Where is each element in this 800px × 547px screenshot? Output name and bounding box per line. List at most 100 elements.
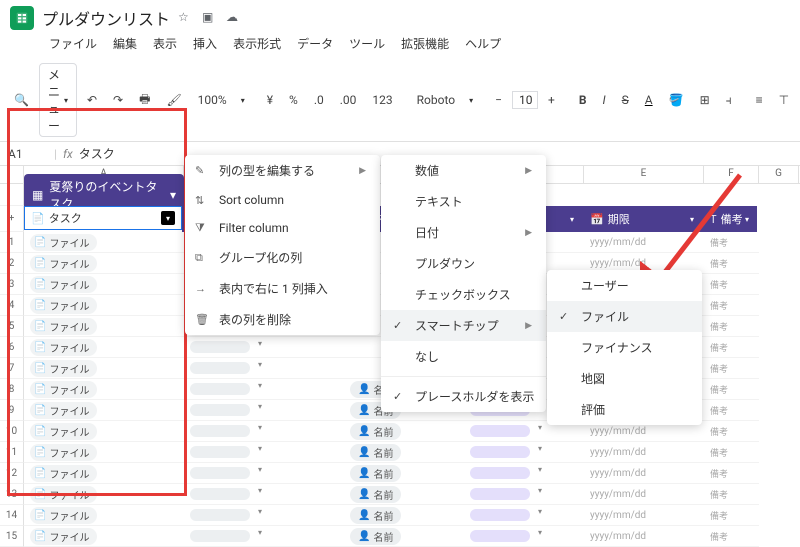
column-type-submenu[interactable]: 数値 ▶ テキスト 日付 ▶ プルダウン チェックボックス ✓ スマートチップ	[381, 155, 546, 412]
ctx-item[interactable]: 評価	[547, 394, 702, 425]
file-chip[interactable]: 📄ファイル	[30, 444, 97, 461]
menu-view[interactable]: 表示	[146, 32, 184, 55]
notes-placeholder[interactable]: 備考	[704, 337, 759, 358]
row-number[interactable]: 9	[0, 400, 24, 421]
menu-tools[interactable]: ツール	[342, 32, 392, 55]
table-row[interactable]: 13 📄ファイル 👤名前 yyyy/mm/dd 備考	[0, 484, 800, 505]
menu-extensions[interactable]: 拡張機能	[394, 32, 456, 55]
valign-btn[interactable]: ⊤	[773, 90, 795, 110]
ctx-item[interactable]: 日付 ▶	[381, 217, 546, 248]
stage-pill[interactable]	[470, 425, 530, 437]
row-number[interactable]: 3	[0, 274, 24, 295]
file-chip[interactable]: 📄ファイル	[30, 465, 97, 482]
ctx-item[interactable]: 🗑 表の列を削除	[185, 304, 380, 335]
ctx-item[interactable]: なし	[381, 341, 546, 372]
document-title[interactable]: プルダウンリスト	[42, 6, 170, 30]
strike-btn[interactable]: S	[616, 90, 635, 110]
notes-placeholder[interactable]: 備考	[704, 484, 759, 505]
print-icon[interactable]: 🖶	[133, 87, 156, 114]
notes-placeholder[interactable]: 備考	[704, 232, 759, 253]
fill-color-btn[interactable]: 🪣	[663, 90, 690, 110]
table-row[interactable]: 15 📄ファイル 👤名前 yyyy/mm/dd 備考	[0, 526, 800, 547]
col-header-notes[interactable]: T備考▾	[702, 206, 757, 232]
font-size-inc[interactable]: +	[542, 90, 561, 110]
move-folder-icon[interactable]: ▣	[202, 10, 218, 26]
menu-help[interactable]: ヘルプ	[458, 32, 508, 55]
undo-icon[interactable]: ↶	[81, 90, 103, 110]
menu-insert[interactable]: 挿入	[186, 32, 224, 55]
status-pill[interactable]	[190, 341, 250, 353]
borders-btn[interactable]: ⊞	[694, 90, 716, 110]
ctx-item[interactable]: ✓ スマートチップ ▶	[381, 310, 546, 341]
status-pill[interactable]	[190, 530, 250, 542]
col-G[interactable]: G	[759, 166, 799, 183]
file-chip[interactable]: 📄ファイル	[30, 528, 97, 545]
cloud-icon[interactable]: ☁	[226, 10, 242, 26]
font-size-input[interactable]: 10	[512, 91, 538, 109]
notes-placeholder[interactable]: 備考	[704, 400, 759, 421]
file-chip[interactable]: 📄ファイル	[30, 276, 97, 293]
col-F[interactable]: F	[704, 166, 759, 183]
file-chip[interactable]: 📄ファイル	[30, 339, 97, 356]
column-context-menu[interactable]: ✎ 列の型を編集する ▶ ⇅ Sort column ⧩ Filter colu…	[185, 155, 380, 335]
stage-pill[interactable]	[470, 509, 530, 521]
notes-placeholder[interactable]: 備考	[704, 463, 759, 484]
status-pill[interactable]	[190, 446, 250, 458]
file-chip[interactable]: 📄ファイル	[30, 318, 97, 335]
stage-pill[interactable]	[470, 488, 530, 500]
file-chip[interactable]: 📄ファイル	[30, 360, 97, 377]
text-color-btn[interactable]: A	[639, 90, 659, 110]
table-row[interactable]: 12 📄ファイル 👤名前 yyyy/mm/dd 備考	[0, 463, 800, 484]
file-chip[interactable]: 📄ファイル	[30, 234, 97, 251]
row-number[interactable]: 1	[0, 232, 24, 253]
ctx-item[interactable]: ユーザー	[547, 270, 702, 301]
ctx-item[interactable]: ⧩ Filter column	[185, 214, 380, 242]
table-row[interactable]: 14 📄ファイル 👤名前 yyyy/mm/dd 備考	[0, 505, 800, 526]
owner-chip[interactable]: 👤名前	[350, 507, 401, 524]
stage-pill[interactable]	[470, 467, 530, 479]
format-123-btn[interactable]: 123	[366, 90, 398, 110]
ctx-item[interactable]: ✎ 列の型を編集する ▶	[185, 155, 380, 186]
due-placeholder[interactable]: yyyy/mm/dd	[584, 526, 704, 547]
row-number[interactable]: 15	[0, 526, 24, 547]
notes-placeholder[interactable]: 備考	[704, 358, 759, 379]
cell-reference[interactable]: A1	[8, 147, 48, 161]
owner-chip[interactable]: 👤名前	[350, 444, 401, 461]
ctx-item[interactable]: チェックボックス	[381, 279, 546, 310]
file-chip[interactable]: 📄ファイル	[30, 297, 97, 314]
col-header-due[interactable]: 📅期限▾	[582, 206, 702, 232]
file-chip[interactable]: 📄ファイル	[30, 423, 97, 440]
ctx-item[interactable]: テキスト	[381, 186, 546, 217]
col-E[interactable]: E	[584, 166, 704, 183]
due-placeholder[interactable]: yyyy/mm/dd	[584, 442, 704, 463]
menu-format[interactable]: 表示形式	[226, 32, 288, 55]
row-number[interactable]: 6	[0, 337, 24, 358]
formula-value[interactable]: タスク	[79, 145, 115, 162]
notes-placeholder[interactable]: 備考	[704, 505, 759, 526]
row-number[interactable]: 13	[0, 484, 24, 505]
ctx-item[interactable]: ⇅ Sort column	[185, 186, 380, 214]
ctx-item[interactable]: ✓ ファイル	[547, 301, 702, 332]
status-pill[interactable]	[190, 509, 250, 521]
chevron-down-icon[interactable]: ▾	[170, 188, 176, 202]
row-number[interactable]: 11	[0, 442, 24, 463]
notes-placeholder[interactable]: 備考	[704, 295, 759, 316]
font-size-dec[interactable]: −	[489, 90, 508, 110]
due-placeholder[interactable]: yyyy/mm/dd	[584, 463, 704, 484]
table-row[interactable]: 11 📄ファイル 👤名前 yyyy/mm/dd 備考	[0, 442, 800, 463]
menu-data[interactable]: データ	[290, 32, 340, 55]
star-icon[interactable]: ☆	[178, 10, 194, 26]
row-number[interactable]: 4	[0, 295, 24, 316]
notes-placeholder[interactable]: 備考	[704, 316, 759, 337]
menu-edit[interactable]: 編集	[106, 32, 144, 55]
ctx-item[interactable]: ファイナンス	[547, 332, 702, 363]
due-placeholder[interactable]: yyyy/mm/dd	[584, 505, 704, 526]
currency-btn[interactable]: ¥	[261, 90, 279, 110]
menu-chip[interactable]: メニュー ▾	[39, 63, 77, 137]
bold-btn[interactable]: B	[573, 90, 593, 110]
notes-placeholder[interactable]: 備考	[704, 526, 759, 547]
dec-decrease-btn[interactable]: .0	[308, 90, 330, 110]
align-btn[interactable]: ≡	[750, 90, 769, 110]
row-number[interactable]: 8	[0, 379, 24, 400]
status-pill[interactable]	[190, 488, 250, 500]
